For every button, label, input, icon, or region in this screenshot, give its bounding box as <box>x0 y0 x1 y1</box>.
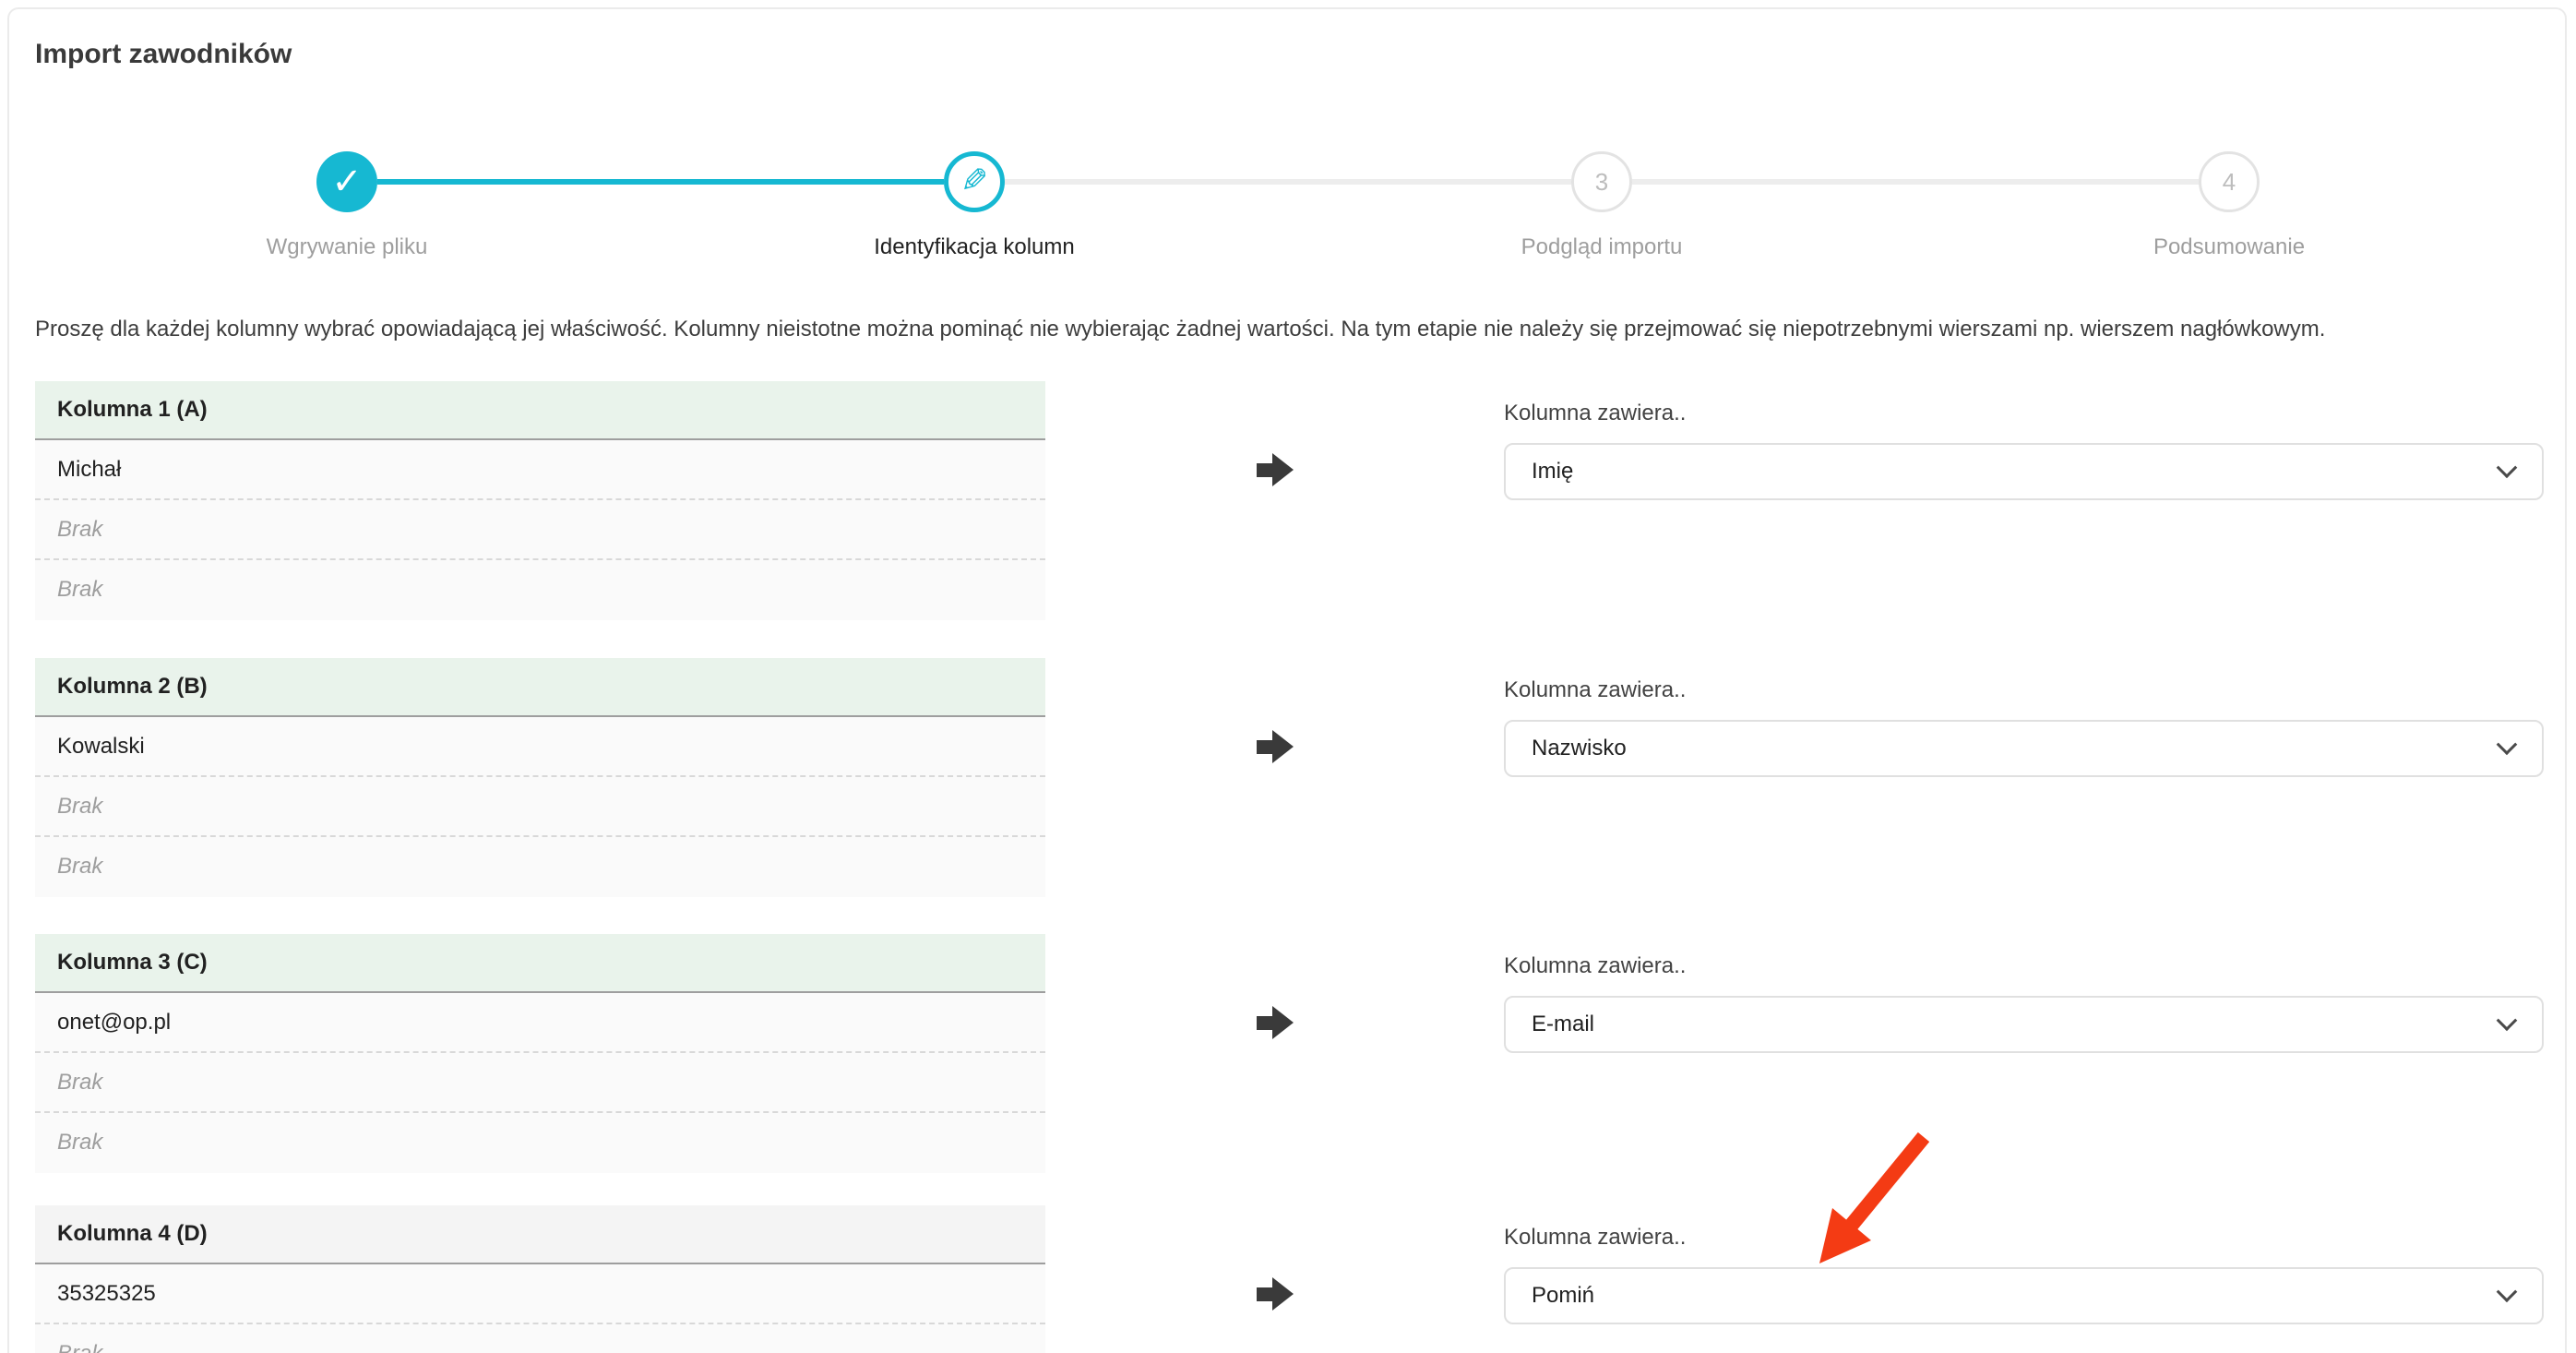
column-4-mapping-select[interactable]: Pomiń <box>1504 1267 2544 1324</box>
step-preview-circle[interactable]: 3 <box>1571 151 1632 212</box>
column-2-mapping: Kolumna zawiera.. Nazwisko <box>1504 658 2544 897</box>
column-3-mapping: Kolumna zawiera.. E-mail <box>1504 934 2544 1173</box>
pencil-icon: ✎ <box>960 165 988 198</box>
table-row-empty: Brak <box>35 777 1045 837</box>
column-1-mapping: Kolumna zawiera.. Imię <box>1504 381 2544 620</box>
step-summary[interactable]: 4 Podsumowanie <box>1915 151 2543 260</box>
table-row: Kowalski <box>35 717 1045 777</box>
table-row-empty: Brak <box>35 837 1045 897</box>
stepper-connector <box>1632 179 2199 185</box>
table-row-empty: Brak <box>35 500 1045 560</box>
select-label: Kolumna zawiera.. <box>1504 955 2544 977</box>
column-2-header: Kolumna 2 (B) <box>35 658 1045 717</box>
step-identify-columns-circle[interactable]: ✎ <box>944 151 1005 212</box>
table-row: Michał <box>35 440 1045 500</box>
column-2-mapping-select[interactable]: Nazwisko <box>1504 720 2544 777</box>
select-label: Kolumna zawiera.. <box>1504 1227 2544 1249</box>
arrow-right-icon <box>1257 1277 1294 1311</box>
step-upload-circle[interactable]: ✓ <box>316 151 377 212</box>
selected-value: Pomiń <box>1532 1283 1594 1309</box>
arrow-right-icon <box>1257 730 1294 763</box>
mapping-arrow-zone <box>1045 934 1504 1173</box>
import-stepper: ✓ Wgrywanie pliku ✎ Identyfikacja kolumn… <box>33 151 2543 260</box>
table-row-empty: Brak <box>35 560 1045 620</box>
column-3-header: Kolumna 3 (C) <box>35 934 1045 993</box>
selected-value: E-mail <box>1532 1012 1594 1037</box>
step-preview-label: Podgląd importu <box>1521 234 1683 260</box>
column-mapping-row-2: Kolumna 2 (B) Kowalski Brak Brak Kolumna… <box>35 658 2544 897</box>
column-mapping-row-4: Kolumna 4 (D) 35325325 Brak Kolumna zawi… <box>35 1205 2544 1353</box>
column-mapping-row-3: Kolumna 3 (C) onet@op.pl Brak Brak Kolum… <box>35 934 2544 1173</box>
arrow-right-icon <box>1257 453 1294 486</box>
step-upload[interactable]: ✓ Wgrywanie pliku <box>33 151 661 260</box>
red-arrow-annotation <box>1753 1119 1984 1280</box>
page-title: Import zawodników <box>35 39 292 70</box>
column-3-sample-table: Kolumna 3 (C) onet@op.pl Brak Brak <box>35 934 1045 1173</box>
chevron-down-icon <box>2497 1010 2518 1031</box>
column-4-mapping: Kolumna zawiera.. Pomiń <box>1504 1205 2544 1353</box>
column-4-header: Kolumna 4 (D) <box>35 1205 1045 1264</box>
instructions-text: Proszę dla każdej kolumny wybrać opowiad… <box>35 316 2530 343</box>
column-1-mapping-select[interactable]: Imię <box>1504 443 2544 500</box>
mapping-arrow-zone <box>1045 381 1504 620</box>
column-2-sample-table: Kolumna 2 (B) Kowalski Brak Brak <box>35 658 1045 897</box>
mapping-arrow-zone <box>1045 658 1504 897</box>
table-row: 35325325 <box>35 1264 1045 1324</box>
column-1-header: Kolumna 1 (A) <box>35 381 1045 440</box>
table-row-empty: Brak <box>35 1113 1045 1173</box>
select-label: Kolumna zawiera.. <box>1504 402 2544 425</box>
step-preview[interactable]: 3 Podgląd importu <box>1288 151 1915 260</box>
column-1-sample-table: Kolumna 1 (A) Michał Brak Brak <box>35 381 1045 620</box>
step-summary-number: 4 <box>2223 168 2236 197</box>
step-upload-label: Wgrywanie pliku <box>267 234 428 260</box>
chevron-down-icon <box>2497 1281 2518 1302</box>
table-row-empty: Brak <box>35 1324 1045 1353</box>
column-mapping-row-1: Kolumna 1 (A) Michał Brak Brak Kolumna z… <box>35 381 2544 620</box>
arrow-right-icon <box>1257 1006 1294 1039</box>
chevron-down-icon <box>2497 457 2518 478</box>
selected-value: Imię <box>1532 459 1573 485</box>
table-row-empty: Brak <box>35 1053 1045 1113</box>
step-identify-columns-label: Identyfikacja kolumn <box>874 234 1074 260</box>
selected-value: Nazwisko <box>1532 736 1627 761</box>
mapping-arrow-zone <box>1045 1205 1504 1353</box>
stepper-connector <box>1005 179 1571 185</box>
step-summary-circle[interactable]: 4 <box>2199 151 2260 212</box>
column-4-sample-table: Kolumna 4 (D) 35325325 Brak <box>35 1205 1045 1353</box>
table-row: onet@op.pl <box>35 993 1045 1053</box>
stepper-connector <box>377 179 944 185</box>
step-identify-columns[interactable]: ✎ Identyfikacja kolumn <box>661 151 1288 260</box>
step-preview-number: 3 <box>1595 168 1608 197</box>
step-summary-label: Podsumowanie <box>2153 234 2305 260</box>
chevron-down-icon <box>2497 734 2518 755</box>
column-3-mapping-select[interactable]: E-mail <box>1504 996 2544 1053</box>
check-icon: ✓ <box>331 163 363 200</box>
select-label: Kolumna zawiera.. <box>1504 679 2544 701</box>
